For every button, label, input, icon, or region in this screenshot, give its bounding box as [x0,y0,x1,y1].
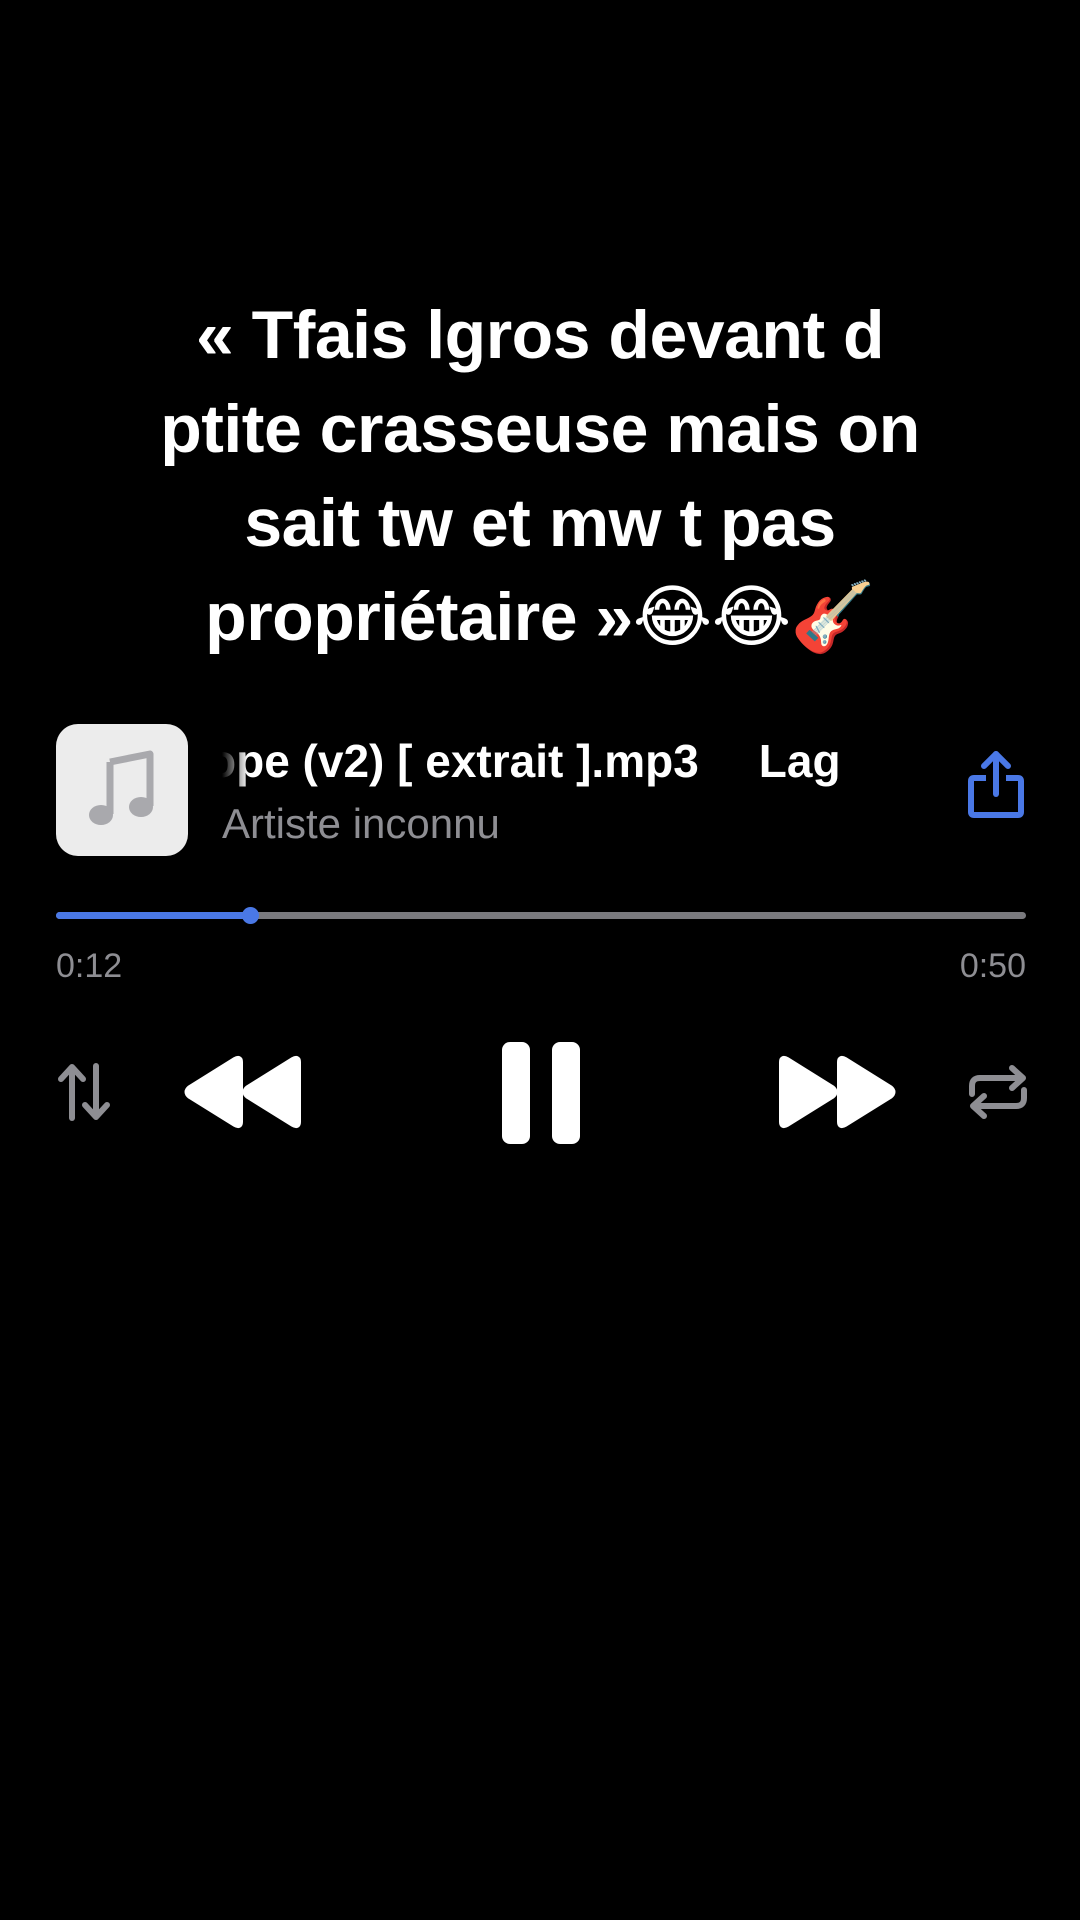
share-icon[interactable] [966,748,1026,820]
rewind-icon[interactable] [182,1054,304,1130]
elapsed-time: 0:12 [56,947,123,985]
fast-forward-icon[interactable] [776,1054,898,1130]
music-note-icon [89,750,154,825]
caption-text: « Tfais lgros devant d ptite crasseuse m… [160,297,920,655]
progress-scrubber[interactable] [242,907,259,924]
sort-arrows-icon[interactable] [56,1062,112,1122]
progress-fill [56,912,250,919]
album-artwork [56,724,188,856]
total-time: 0:50 [959,947,1026,985]
track-title: ope (v2) [ extrait ].mp3 [222,735,699,787]
pause-icon[interactable] [500,1040,582,1146]
track-title-repeat: Lag [758,735,841,787]
track-artist: Artiste inconnu [222,800,500,847]
progress-bar[interactable] [56,907,1026,924]
repeat-icon[interactable] [966,1064,1030,1120]
track-title-marquee: ope (v2) [ extrait ].mp3 Lag [222,728,934,794]
